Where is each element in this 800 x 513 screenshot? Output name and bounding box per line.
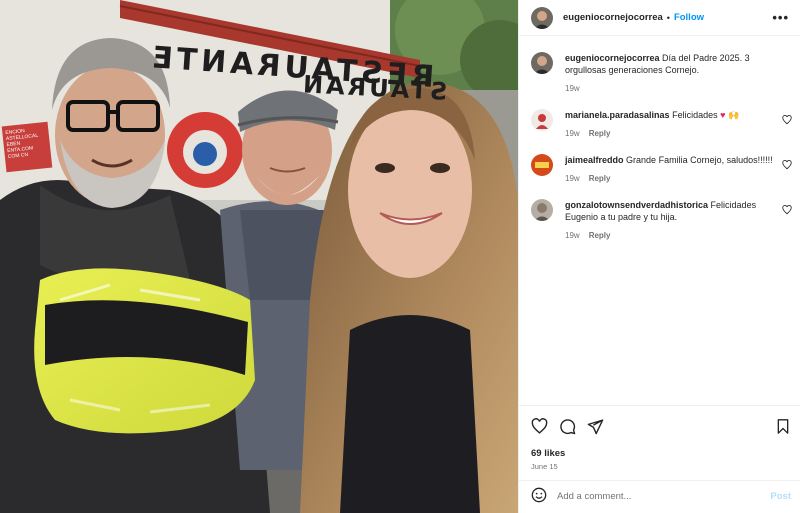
bookmark-icon[interactable]	[775, 418, 791, 438]
reply-button[interactable]: Reply	[589, 129, 611, 138]
post-actions: 69 likes June 15 Post	[519, 405, 800, 511]
post-photo[interactable]: RESTAURANTE STAURAN ENCION ASTELLOCAL EB…	[0, 0, 518, 513]
more-options-icon[interactable]: •••	[772, 10, 789, 25]
comment-input[interactable]	[557, 491, 747, 502]
comment-like-icon[interactable]	[782, 205, 792, 218]
comment-username[interactable]: jaimealfreddo	[565, 155, 624, 165]
comment-time[interactable]: 19w	[565, 129, 580, 138]
comment-username[interactable]: marianela.paradasalinas	[565, 110, 670, 120]
likes-count[interactable]: 69 likes	[531, 448, 565, 459]
comment-item: gonzalotownsendverdadhistorica Felicidad…	[519, 199, 800, 242]
heart-icon[interactable]	[531, 418, 548, 438]
author-username[interactable]: eugeniocornejocorrea	[563, 12, 663, 23]
caption-avatar[interactable]	[531, 52, 553, 74]
comment-text: Grande Familia Cornejo, saludos!!!!!!	[626, 155, 773, 165]
share-icon[interactable]	[587, 418, 604, 438]
reply-button[interactable]: Reply	[589, 174, 611, 183]
author-avatar[interactable]	[531, 6, 553, 29]
commenter-avatar[interactable]	[531, 154, 553, 176]
comment-icon[interactable]	[559, 418, 576, 438]
post-modal: RESTAURANTE STAURAN ENCION ASTELLOCAL EB…	[0, 0, 800, 513]
comment-like-icon[interactable]	[782, 115, 792, 128]
follow-button[interactable]: Follow	[674, 12, 704, 23]
caption: eugeniocornejocorrea Día del Padre 2025.…	[519, 52, 800, 95]
post-details-panel: eugeniocornejocorrea • Follow ••• eugeni…	[518, 0, 800, 513]
comments-list: eugeniocornejocorrea Día del Padre 2025.…	[519, 52, 800, 242]
emoji-icon[interactable]	[531, 487, 547, 506]
comment-text: Felicidades	[672, 110, 718, 120]
caption-username[interactable]: eugeniocornejocorrea	[565, 53, 660, 63]
comment-emoji: ♥ 🙌	[720, 110, 740, 120]
comment-time[interactable]: 19w	[565, 174, 580, 183]
post-date: June 15	[531, 462, 558, 471]
commenter-avatar[interactable]	[531, 199, 553, 221]
post-header: eugeniocornejocorrea • Follow •••	[519, 0, 800, 36]
comment-item: jaimealfreddo Grande Familia Cornejo, sa…	[519, 154, 800, 185]
comment-username[interactable]: gonzalotownsendverdadhistorica	[565, 200, 708, 210]
caption-time[interactable]: 19w	[565, 84, 580, 93]
wall-poster: ENCION ASTELLOCAL EBEN ENTA.COM COM CN	[1, 121, 53, 173]
reply-button[interactable]: Reply	[589, 231, 611, 240]
comment-item: marianela.paradasalinas Felicidades ♥ 🙌 …	[519, 109, 800, 140]
comment-composer: Post	[519, 480, 800, 512]
header-separator: •	[666, 12, 670, 23]
comment-like-icon[interactable]	[782, 160, 792, 173]
commenter-avatar[interactable]	[531, 109, 553, 131]
comment-time[interactable]: 19w	[565, 231, 580, 240]
post-comment-button[interactable]: Post	[770, 491, 791, 502]
